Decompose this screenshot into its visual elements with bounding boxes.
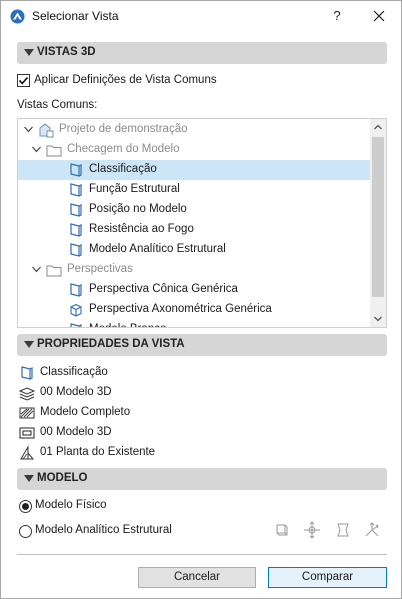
property-value: Classificação [40, 366, 108, 378]
section-title: PROPRIEDADES DA VISTA [37, 338, 185, 350]
layer-combination-icon [19, 387, 35, 401]
section-title: VISTAS 3D [37, 46, 96, 58]
tree-item[interactable]: Modelo Branco [18, 320, 370, 327]
property-row-view: Classificação [19, 364, 379, 382]
tree-item[interactable]: Projeto de demonstração [18, 120, 370, 140]
radio-physical-model-label[interactable]: Modelo Físico [35, 499, 107, 511]
view-icon [70, 223, 82, 237]
model-display-icon [19, 407, 35, 419]
project-icon [39, 123, 54, 138]
tree-item[interactable]: Classificação [18, 160, 370, 180]
axonometric-view-icon [70, 303, 82, 317]
tree-item[interactable]: Resistência ao Fogo [18, 220, 370, 240]
renovation-filter-icon [20, 445, 35, 460]
property-value: 00 Modelo 3D [40, 426, 112, 438]
analytical-member-icon[interactable] [273, 521, 291, 539]
tree-item[interactable]: Função Estrutural [18, 180, 370, 200]
tree-item-label: Perspectiva Cônica Genérica [89, 283, 238, 295]
common-views-label: Vistas Comuns: [17, 99, 98, 111]
folder-icon [46, 145, 62, 157]
view-icon [70, 183, 82, 197]
scroll-thumb[interactable] [372, 137, 384, 297]
analytical-support-icon[interactable] [363, 521, 381, 539]
tree-item-label: Modelo Analítico Estrutural [89, 243, 226, 255]
tree-item-label: Projeto de demonstração [59, 123, 188, 135]
tree-item[interactable]: Perspectivas [18, 260, 370, 280]
help-button[interactable]: ? [325, 4, 349, 28]
expand-chevron-icon[interactable] [24, 126, 33, 133]
analytical-surface-icon[interactable] [334, 521, 352, 539]
view-icon [70, 203, 82, 217]
views-tree[interactable]: Projeto de demonstração Checagem do Model… [17, 118, 387, 328]
tree-item-label: Perspectiva Axonométrica Genérica [89, 303, 272, 315]
tree-item[interactable]: Checagem do Modelo [18, 140, 370, 160]
apply-common-label[interactable]: Aplicar Definições de Vista Comuns [34, 74, 217, 86]
cancel-button[interactable]: Cancelar [138, 567, 256, 588]
footer-divider [17, 554, 387, 555]
tree-item-label: Perspectivas [67, 263, 133, 275]
tree-item[interactable]: Posição no Modelo [18, 200, 370, 220]
scroll-down-icon[interactable] [374, 316, 382, 322]
section-header-views3d[interactable]: VISTAS 3D [17, 42, 387, 64]
tree-item[interactable]: Modelo Analítico Estrutural [18, 240, 370, 260]
collapse-arrow-icon [24, 49, 34, 56]
tree-item[interactable]: Perspectiva Axonométrica Genérica [18, 300, 370, 320]
pen-set-icon [19, 427, 35, 439]
close-icon [373, 10, 385, 22]
archicad-app-icon [10, 9, 25, 24]
section-title: MODELO [37, 472, 88, 484]
apply-common-checkbox[interactable] [17, 74, 30, 87]
expand-chevron-icon[interactable] [32, 146, 41, 153]
scroll-up-icon[interactable] [374, 124, 382, 130]
tree-item-label: Checagem do Modelo [67, 143, 180, 155]
property-value: Modelo Completo [40, 406, 131, 418]
dialog-window: Selecionar Vista ? VISTAS 3D Aplicar Def… [0, 0, 402, 599]
view-icon [70, 163, 82, 177]
view-icon [21, 366, 33, 380]
checkmark-icon [18, 76, 29, 85]
compare-button[interactable]: Comparar [268, 567, 387, 588]
tree-item-label: Classificação [89, 163, 157, 175]
close-button[interactable] [365, 4, 393, 28]
section-header-model[interactable]: MODELO [17, 468, 387, 490]
property-row-model-display: Modelo Completo [19, 404, 379, 422]
radio-physical-model[interactable] [19, 500, 32, 513]
analytical-node-icon[interactable] [303, 521, 321, 539]
view-icon [70, 323, 82, 327]
tree-item-label: Função Estrutural [89, 183, 180, 195]
window-title: Selecionar Vista [32, 9, 119, 23]
radio-analytical-model-label[interactable]: Modelo Analítico Estrutural [35, 524, 172, 536]
property-row-renovation: 01 Planta do Existente [19, 444, 379, 462]
view-icon [70, 283, 82, 297]
tree-item-label: Resistência ao Fogo [89, 223, 194, 235]
collapse-arrow-icon [24, 475, 34, 482]
tree-item-label: Modelo Branco [89, 323, 166, 327]
property-row-pen-set: 00 Modelo 3D [19, 424, 379, 442]
radio-analytical-model[interactable] [19, 525, 32, 538]
expand-chevron-icon[interactable] [32, 266, 41, 273]
tree-item-label: Posição no Modelo [89, 203, 187, 215]
folder-icon [46, 265, 62, 277]
property-value: 00 Modelo 3D [40, 386, 112, 398]
title-bar: Selecionar Vista ? [1, 1, 401, 32]
property-value: 01 Planta do Existente [40, 446, 156, 458]
property-row-layers: 00 Modelo 3D [19, 384, 379, 402]
view-icon [70, 243, 82, 257]
collapse-arrow-icon [24, 341, 34, 348]
tree-item[interactable]: Perspectiva Cônica Genérica [18, 280, 370, 300]
section-header-properties[interactable]: PROPRIEDADES DA VISTA [17, 334, 387, 356]
tree-scrollbar[interactable] [370, 119, 386, 327]
